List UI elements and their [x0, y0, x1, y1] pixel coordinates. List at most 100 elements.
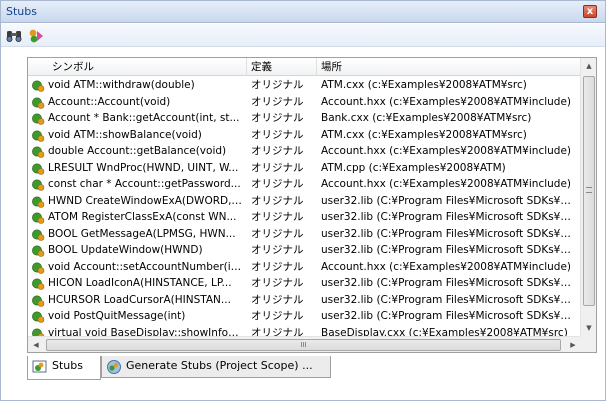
- definition-cell: オリジナル: [251, 194, 304, 207]
- location-cell: user32.lib (C:¥Program Files¥Microsoft S…: [321, 227, 579, 240]
- close-icon: x: [586, 6, 594, 17]
- table-row[interactable]: LRESULT WndProc(HWND, UINT, W... オリジナル ATM…: [28, 160, 581, 177]
- definition-cell: オリジナル: [251, 244, 304, 256]
- symbol-cell: ATOM RegisterClassExA(const WN...: [48, 211, 237, 223]
- definition-cell: オリジナル: [251, 178, 304, 190]
- table-row[interactable]: double Account::getBalance(void) オリジナル Acc…: [28, 143, 581, 160]
- table-row[interactable]: BOOL GetMessageA(LPMSG, HWN... オリジナル user3…: [28, 226, 581, 243]
- definition-cell: オリジナル: [251, 260, 304, 273]
- location-cell: user32.lib (C:¥Program Files¥Microsoft S…: [321, 194, 579, 207]
- table-body: void ATM::withdraw(double) オリジナル ATM.cxx (…: [28, 77, 581, 341]
- table-row[interactable]: HICON LoadIconA(HINSTANCE, LP... オリジナル use…: [28, 275, 581, 292]
- generate-stubs-tab-icon: [107, 360, 121, 374]
- table-row[interactable]: void PostQuitMessage(int) オリジナル user32.lib…: [28, 308, 581, 325]
- symbol-cell: BOOL GetMessageA(LPMSG, HWN...: [48, 227, 236, 240]
- vertical-scroll-thumb[interactable]: [583, 76, 595, 306]
- stub-function-icon: [32, 245, 45, 257]
- symbol-cell: double Account::getBalance(void): [48, 145, 227, 157]
- definition-cell: オリジナル: [251, 161, 304, 174]
- tab-generate-stubs[interactable]: Generate Stubs (Project Scope) ...: [101, 356, 331, 378]
- stub-function-icon: [32, 146, 45, 158]
- location-cell: Account.hxx (c:¥Examples¥2008¥ATM¥includ…: [321, 178, 572, 190]
- stubs-tab-icon: [32, 360, 47, 373]
- close-button[interactable]: x: [583, 5, 597, 18]
- table-row[interactable]: void ATM::withdraw(double) オリジナル ATM.cxx (…: [28, 77, 581, 94]
- table-row[interactable]: const char * Account::getPassword... オリジナ…: [28, 176, 581, 193]
- scroll-down-arrow-icon[interactable]: ▼: [581, 320, 596, 336]
- definition-cell: オリジナル: [251, 79, 304, 91]
- horizontal-scrollbar[interactable]: ◀ III ▶: [28, 336, 581, 352]
- definition-cell: オリジナル: [251, 277, 304, 289]
- toolbar: [1, 24, 605, 47]
- location-cell: user32.lib (C:¥Program Files¥Microsoft S…: [321, 293, 579, 306]
- symbol-cell: void ATM::withdraw(double): [48, 79, 195, 91]
- definition-cell: オリジナル: [251, 227, 304, 240]
- symbol-cell: void PostQuitMessage(int): [48, 310, 186, 322]
- scroll-grip-icon: III: [300, 341, 307, 349]
- location-cell: Bank.cxx (c:¥Examples¥2008¥ATM¥src): [321, 112, 532, 124]
- stubs-table: シンボル 定義 場所 void ATM::withdraw(double)オリジ…: [27, 57, 597, 353]
- table-row[interactable]: Account * Bank::getAccount(int, st... オリジ…: [28, 110, 581, 127]
- scroll-left-arrow-icon[interactable]: ◀: [28, 337, 44, 352]
- table-row[interactable]: HCURSOR LoadCursorA(HINSTAN... オリジナル user3…: [28, 292, 581, 309]
- table-header: シンボル 定義 場所: [28, 58, 581, 76]
- vertical-scrollbar[interactable]: ▲ ▼: [580, 58, 596, 336]
- symbol-cell: void Account::setAccountNumber(in...: [48, 260, 242, 273]
- location-cell: user32.lib (C:¥Program Files¥Microsoft S…: [321, 277, 579, 289]
- table-row[interactable]: HWND CreateWindowExA(DWORD, ... オリジナル user…: [28, 193, 581, 210]
- location-cell: user32.lib (C:¥Program Files¥Microsoft S…: [321, 244, 579, 256]
- tab-stubs[interactable]: Stubs: [27, 356, 101, 380]
- stub-function-icon: [32, 80, 45, 92]
- stub-function-icon: [32, 196, 45, 208]
- symbol-cell: void ATM::showBalance(void): [48, 128, 202, 141]
- tab-strip: Stubs Generate Stubs (Project Scope) ...: [27, 356, 597, 380]
- column-header-symbol[interactable]: シンボル: [28, 58, 247, 76]
- stub-function-icon: [32, 229, 45, 241]
- definition-cell: オリジナル: [251, 145, 304, 157]
- location-cell: ATM.cpp (c:¥Examples¥2008¥ATM): [321, 161, 506, 174]
- symbol-cell: Account * Bank::getAccount(int, st...: [48, 112, 240, 124]
- location-cell: Account.hxx (c:¥Examples¥2008¥ATM¥includ…: [321, 145, 572, 157]
- definition-cell: オリジナル: [251, 95, 304, 108]
- definition-cell: オリジナル: [251, 211, 304, 223]
- scroll-grip-icon: [586, 187, 592, 193]
- table-row[interactable]: Account::Account(void) オリジナル Account.hxx (…: [28, 94, 581, 111]
- symbol-cell: HCURSOR LoadCursorA(HINSTAN...: [48, 293, 231, 306]
- generate-stubs-icon: [29, 29, 43, 42]
- symbol-cell: LRESULT WndProc(HWND, UINT, W...: [48, 161, 239, 174]
- stub-function-icon: [32, 311, 45, 323]
- window-title: Stubs: [6, 5, 37, 18]
- tab-label: Generate Stubs (Project Scope) ...: [126, 359, 313, 372]
- symbol-cell: HWND CreateWindowExA(DWORD, ...: [48, 194, 242, 207]
- table-row[interactable]: BOOL UpdateWindow(HWND) オリジナル user32.lib (…: [28, 242, 581, 259]
- symbol-cell: const char * Account::getPassword...: [48, 178, 241, 190]
- definition-cell: オリジナル: [251, 128, 304, 141]
- location-cell: user32.lib (C:¥Program Files¥Microsoft S…: [321, 310, 579, 322]
- stubs-window: Stubs x シンボル 定義 場所 void ATM::withdraw(do…: [0, 0, 606, 401]
- stub-function-icon: [32, 163, 45, 175]
- table-row[interactable]: ATOM RegisterClassExA(const WN... オリジナル us…: [28, 209, 581, 226]
- stub-function-icon: [32, 97, 45, 109]
- find-button[interactable]: [5, 27, 23, 44]
- location-cell: ATM.cxx (c:¥Examples¥2008¥ATM¥src): [321, 128, 527, 141]
- horizontal-scroll-thumb[interactable]: III: [46, 339, 561, 351]
- scroll-up-arrow-icon[interactable]: ▲: [581, 58, 596, 74]
- left-gutter: [1, 47, 25, 400]
- location-cell: user32.lib (C:¥Program Files¥Microsoft S…: [321, 211, 579, 223]
- stub-function-icon: [32, 179, 45, 191]
- symbol-cell: HICON LoadIconA(HINSTANCE, LP...: [48, 277, 232, 289]
- column-header-definition[interactable]: 定義: [247, 58, 317, 76]
- stub-function-icon: [32, 113, 45, 125]
- title-bar[interactable]: Stubs x: [1, 1, 605, 23]
- stub-function-icon: [32, 212, 45, 224]
- binoculars-icon: [6, 30, 22, 42]
- generate-stubs-button[interactable]: [27, 27, 45, 44]
- stub-function-icon: [32, 278, 45, 290]
- table-row[interactable]: void Account::setAccountNumber(in... オリジナ…: [28, 259, 581, 276]
- symbol-cell: Account::Account(void): [48, 95, 171, 108]
- location-cell: ATM.cxx (c:¥Examples¥2008¥ATM¥src): [321, 79, 527, 91]
- table-row[interactable]: void ATM::showBalance(void) オリジナル ATM.cxx …: [28, 127, 581, 144]
- symbol-cell: BOOL UpdateWindow(HWND): [48, 244, 203, 256]
- scroll-right-arrow-icon[interactable]: ▶: [565, 337, 581, 352]
- column-header-location[interactable]: 場所: [317, 58, 581, 76]
